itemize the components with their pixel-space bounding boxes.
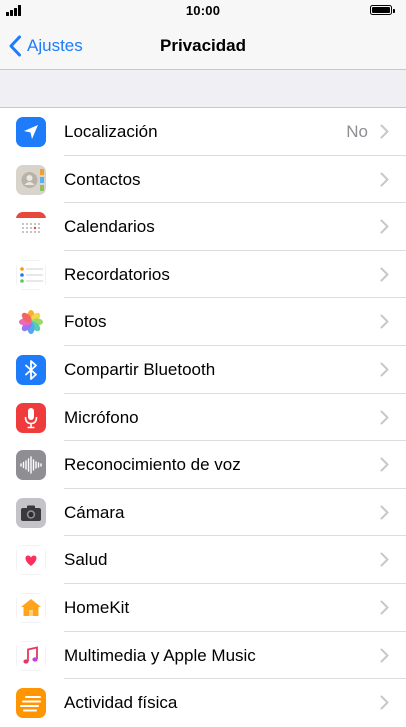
chevron-right-icon <box>380 695 389 710</box>
privacy-settings-list: Localización No Contactos Calendarios Re… <box>0 107 406 727</box>
health-heart-icon <box>16 545 46 576</box>
speech-waveform-icon <box>16 450 46 481</box>
reminders-icon <box>16 259 46 290</box>
list-item-actividad-fisica[interactable]: Actividad física <box>0 679 406 727</box>
contacts-icon <box>16 164 46 195</box>
list-item-recordatorios[interactable]: Recordatorios <box>0 251 406 299</box>
list-item-reconocimiento-de-voz[interactable]: Reconocimiento de voz <box>0 441 406 489</box>
row-value: No <box>346 122 368 141</box>
chevron-right-icon <box>380 267 389 282</box>
chevron-right-icon <box>380 457 389 472</box>
list-item-contactos[interactable]: Contactos <box>0 156 406 204</box>
chevron-right-icon <box>380 648 389 663</box>
row-label: Calendarios <box>64 217 155 237</box>
list-item-localizacion[interactable]: Localización No <box>0 108 406 156</box>
row-label: Contactos <box>64 169 141 189</box>
list-item-multimedia-apple-music[interactable]: Multimedia y Apple Music <box>0 632 406 680</box>
row-label: Cámara <box>64 502 125 522</box>
navigation-bar: Ajustes Privacidad <box>0 22 406 70</box>
chevron-right-icon <box>380 552 389 567</box>
chevron-right-icon <box>380 410 389 425</box>
list-item-compartir-bluetooth[interactable]: Compartir Bluetooth <box>0 346 406 394</box>
row-label: Actividad física <box>64 693 178 713</box>
row-label: Multimedia y Apple Music <box>64 645 256 665</box>
chevron-right-icon <box>380 362 389 377</box>
page-title: Privacidad <box>160 36 246 55</box>
status-time: 10:00 <box>185 3 221 18</box>
homekit-icon <box>16 592 46 623</box>
row-label: Recordatorios <box>64 264 170 284</box>
row-label: Compartir Bluetooth <box>64 359 216 379</box>
photos-icon <box>16 307 46 338</box>
status-bar: 10:00 <box>0 0 406 22</box>
list-item-camara[interactable]: Cámara <box>0 489 406 537</box>
chevron-right-icon <box>380 600 389 615</box>
calendar-icon <box>16 212 46 243</box>
battery-icon <box>370 5 395 15</box>
list-item-homekit[interactable]: HomeKit <box>0 584 406 632</box>
chevron-right-icon <box>380 314 389 329</box>
chevron-right-icon <box>380 172 389 187</box>
camera-icon <box>16 497 46 528</box>
bluetooth-icon <box>16 354 46 385</box>
row-label: Salud <box>64 550 108 570</box>
row-label: HomeKit <box>64 597 130 617</box>
row-label: Fotos <box>64 312 107 332</box>
row-label: Micrófono <box>64 407 139 427</box>
list-item-microfono[interactable]: Micrófono <box>0 394 406 442</box>
row-label: Reconocimiento de voz <box>64 455 241 475</box>
motion-activity-icon <box>16 688 46 719</box>
music-note-icon <box>16 640 46 671</box>
chevron-right-icon <box>380 124 389 139</box>
chevron-right-icon <box>380 505 389 520</box>
list-item-fotos[interactable]: Fotos <box>0 298 406 346</box>
list-item-salud[interactable]: Salud <box>0 536 406 584</box>
chevron-right-icon <box>380 219 389 234</box>
location-arrow-icon <box>16 117 46 147</box>
row-label: Localización <box>64 122 158 141</box>
list-item-calendarios[interactable]: Calendarios <box>0 203 406 251</box>
microphone-icon <box>16 402 46 433</box>
